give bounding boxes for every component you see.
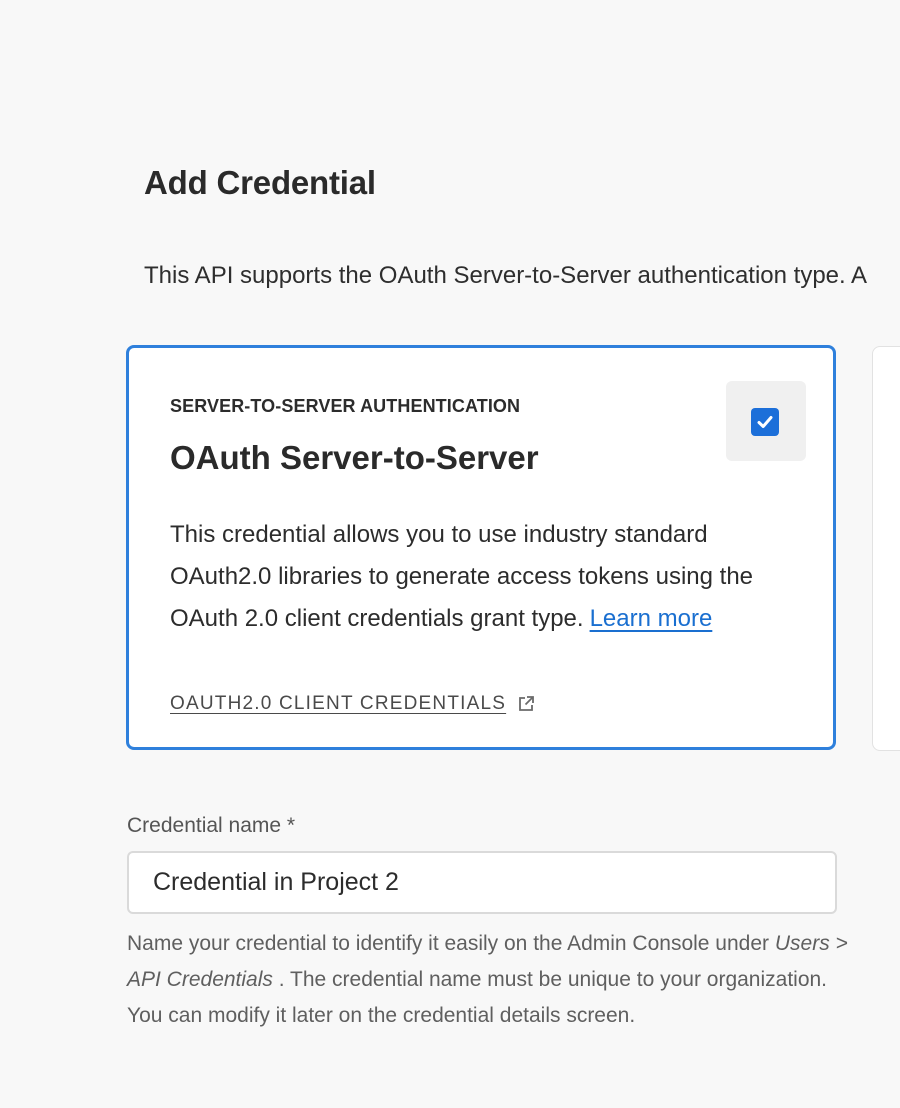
credential-name-input[interactable]	[127, 851, 837, 914]
selected-checkbox[interactable]	[751, 408, 779, 436]
credential-card-oauth-server-to-server[interactable]: SERVER-TO-SERVER AUTHENTICATION OAuth Se…	[126, 345, 836, 750]
oauth-client-credentials-link[interactable]: OAUTH2.0 CLIENT CREDENTIALS	[170, 693, 536, 715]
card-description: This credential allows you to use indust…	[170, 514, 800, 640]
help-text-before: Name your credential to identify it easi…	[127, 932, 775, 955]
card-title: OAuth Server-to-Server	[170, 439, 539, 476]
intro-text: This API supports the OAuth Server-to-Se…	[144, 262, 868, 289]
next-credential-card[interactable]	[872, 346, 900, 751]
checkmark-icon	[757, 416, 773, 428]
checkbox-container[interactable]	[726, 381, 806, 461]
card-eyebrow: SERVER-TO-SERVER AUTHENTICATION	[170, 396, 521, 416]
oauth-client-credentials-label: OAUTH2.0 CLIENT CREDENTIALS	[170, 693, 507, 714]
credential-name-help: Name your credential to identify it easi…	[127, 926, 867, 1034]
credential-name-label: Credential name *	[127, 814, 296, 837]
external-link-icon	[519, 696, 535, 711]
learn-more-link[interactable]: Learn more	[590, 605, 713, 632]
page-title: Add Credential	[144, 164, 376, 201]
